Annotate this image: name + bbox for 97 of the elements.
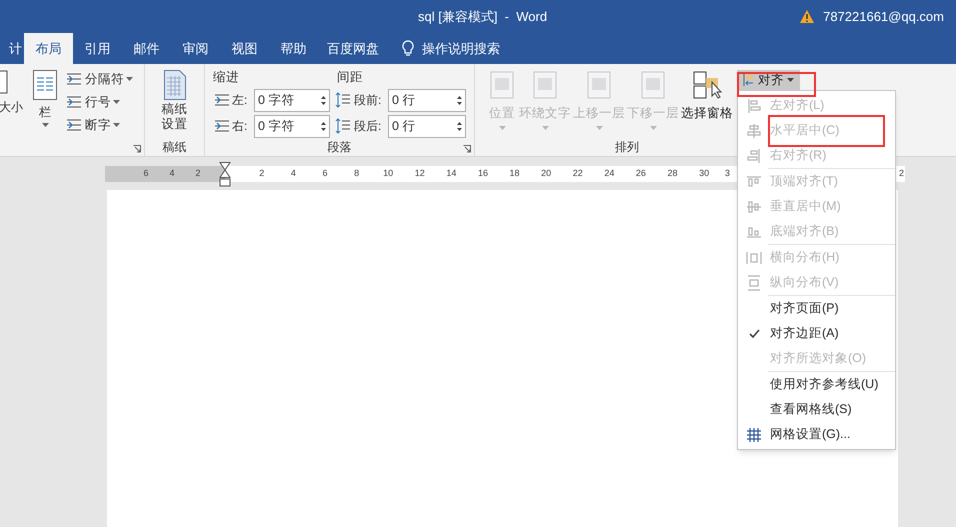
group-label: 稿纸: [162, 139, 186, 156]
align-top-icon: [746, 174, 762, 190]
ribbon-tab[interactable]: 计: [0, 33, 24, 64]
ribbon-tab[interactable]: 帮助: [269, 33, 318, 64]
window-title: sql [兼容模式] - Word: [418, 8, 548, 26]
align-center-icon: [746, 122, 762, 138]
ruler-number: 4: [168, 166, 176, 180]
field-label: 右:: [232, 118, 248, 136]
account-email: 787221661@qq.com: [823, 8, 944, 26]
line-number-icon: [65, 94, 83, 110]
caret-icon: [126, 77, 133, 81]
align-icon: [743, 74, 755, 86]
grid-icon: [746, 426, 762, 442]
caret-icon: [596, 126, 602, 130]
ruler-number: 26: [634, 166, 647, 180]
small-ribbon-button[interactable]: 分隔符: [65, 70, 133, 88]
spin-down-icon[interactable]: [321, 128, 326, 131]
spin-up-icon[interactable]: [457, 96, 462, 99]
arrange-button[interactable]: 选择窗格: [681, 70, 733, 138]
ribbon-tab[interactable]: 百度网盘: [318, 33, 388, 64]
ruler-number: 24: [603, 166, 616, 180]
align-middle-icon: [746, 198, 762, 214]
ruler-number: 8: [353, 166, 360, 180]
menu-item[interactable]: 对齐页面(P): [738, 296, 895, 321]
warning-icon: [799, 9, 816, 24]
field-label: 左:: [232, 92, 248, 110]
checkmark-icon: [748, 329, 760, 338]
spin-up-icon[interactable]: [457, 122, 462, 125]
caret-icon: [42, 123, 48, 127]
columns-icon: [33, 70, 57, 100]
spacing-icon: [335, 91, 351, 110]
ribbon-tab[interactable]: 视图: [220, 33, 269, 64]
ruler-number: 18: [508, 166, 521, 180]
caret-icon: [650, 126, 656, 130]
ruler-number: 10: [382, 166, 394, 180]
menu-item[interactable]: 查看网格线(S): [738, 397, 895, 422]
dialog-launcher-icon[interactable]: [133, 145, 141, 153]
ribbon-tab[interactable]: 引用: [73, 33, 122, 64]
ruler-number: 14: [445, 166, 458, 180]
small-ribbon-button[interactable]: 行号: [65, 93, 133, 111]
menu-item[interactable]: 使用对齐参考线(U): [738, 372, 895, 397]
caret-icon: [498, 126, 506, 130]
ribbon-tab[interactable]: 审阅: [171, 33, 220, 64]
indent-header: 缩进: [213, 69, 240, 86]
ruler-number: 22: [572, 166, 584, 180]
caret-icon: [113, 100, 120, 104]
caret-icon: [542, 126, 548, 130]
field-label: 段前:: [354, 92, 382, 110]
menu-item[interactable]: 对齐边距(A): [738, 321, 895, 346]
selection-pane-icon: [692, 70, 722, 100]
spacing-field[interactable]: 0 行: [388, 88, 466, 112]
ruler-number: 3: [724, 166, 730, 180]
hyphenation-icon: [65, 117, 83, 133]
ruler-number: 16: [476, 166, 489, 180]
tell-me-search[interactable]: 操作说明搜索: [422, 38, 500, 58]
menu-item[interactable]: 网格设置(G)...: [738, 422, 895, 447]
spin-up-icon[interactable]: [321, 122, 326, 125]
lightbulb-icon: [402, 40, 414, 57]
ruler-number: 2: [194, 166, 202, 180]
indent-field[interactable]: 0 字符: [254, 114, 330, 138]
manuscript-settings-button[interactable]: 稿纸 设置: [162, 64, 188, 138]
spin-up-icon[interactable]: [321, 96, 326, 99]
manuscript-paper-icon: [164, 70, 186, 100]
ruler-number: 12: [414, 166, 426, 180]
ribbon-tab[interactable]: 布局: [24, 33, 73, 64]
ruler-number: 6: [321, 166, 328, 180]
field-label: 段后:: [354, 118, 382, 136]
caret-icon: [113, 123, 120, 127]
caret-icon: [787, 78, 794, 82]
group-label: 排列: [615, 139, 639, 156]
align-left-icon: [746, 98, 762, 114]
spin-down-icon[interactable]: [457, 102, 462, 105]
ruler-number: 28: [666, 166, 679, 180]
indent-field[interactable]: 0 字符: [254, 88, 330, 112]
spacing-header: 间距: [337, 69, 363, 86]
dialog-launcher-icon[interactable]: [463, 145, 471, 153]
ruler-number: 6: [142, 166, 150, 180]
indent-icon: [213, 118, 231, 134]
ruler-number: 2: [258, 166, 266, 180]
small-ribbon-button[interactable]: 断字: [65, 116, 133, 134]
ruler-number: 2: [898, 166, 905, 180]
ruler-number: 20: [540, 166, 552, 180]
spin-down-icon[interactable]: [457, 128, 462, 131]
columns-button[interactable]: 栏: [26, 70, 64, 138]
group-label: 段落: [328, 139, 352, 156]
indent-icon: [213, 92, 231, 108]
distribute-vertical-icon: [746, 274, 762, 290]
spacing-icon: [335, 117, 351, 136]
spacing-field[interactable]: 0 行: [388, 114, 466, 138]
align-right-icon: [746, 148, 762, 164]
indent-marker[interactable]: [219, 162, 231, 188]
ribbon-tab[interactable]: 邮件: [122, 33, 171, 64]
spin-down-icon[interactable]: [321, 102, 326, 105]
page-break-icon: [65, 71, 83, 87]
ruler-number: 4: [290, 166, 297, 180]
ruler-number: 30: [698, 166, 710, 180]
distribute-horizontal-icon: [746, 250, 762, 266]
